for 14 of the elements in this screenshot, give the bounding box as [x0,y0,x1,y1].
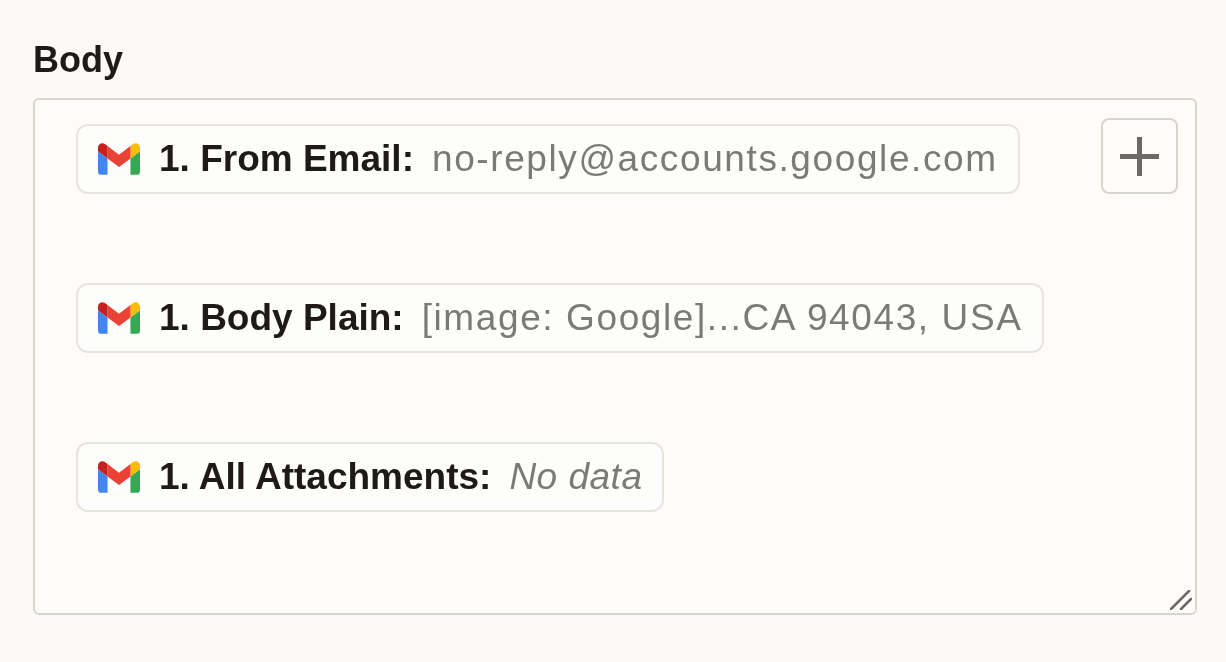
mail-logo-icon [98,461,140,493]
token-value: No data [509,455,643,499]
resize-handle-icon[interactable] [1170,590,1192,610]
token-label: 1. From Email: [159,137,414,181]
plus-icon [1120,136,1159,176]
mail-logo-icon [98,302,140,334]
token-label: 1. All Attachments: [159,455,492,499]
token-label: 1. Body Plain: [159,296,404,340]
token-value: no-reply@accounts.google.com [431,137,998,181]
token-value: [image: Google]...CA 94043, USA [421,296,1023,340]
mail-logo-icon [98,143,140,175]
add-button[interactable] [1101,118,1178,194]
field-label: Body [33,38,123,82]
text-area[interactable]: 1. From Email: no-reply@accounts.google.com 1. Body Plain: [image: Google]...CA 94043, USA 1. All Attachments: No data [33,98,1197,615]
